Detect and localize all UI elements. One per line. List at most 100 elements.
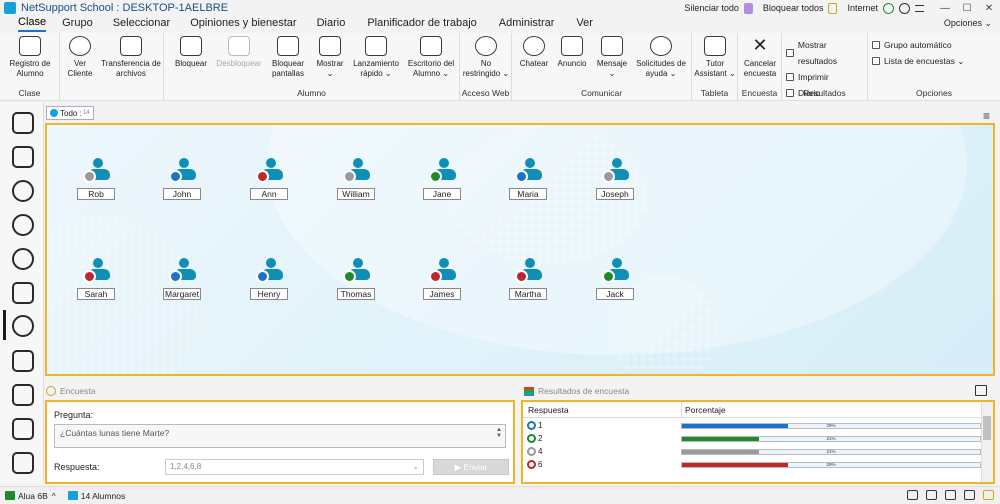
result-answer: 1 xyxy=(538,421,543,430)
quick-launch-button[interactable]: Lanzamiento rápido ⌄ xyxy=(352,36,400,79)
image-icon[interactable] xyxy=(12,452,34,474)
tab-diario[interactable]: Diario xyxy=(317,17,346,31)
result-row[interactable]: 2 21% xyxy=(523,433,981,446)
lock-icon xyxy=(180,36,202,56)
announcement-button[interactable]: Anuncio xyxy=(554,36,590,69)
clock-icon xyxy=(899,2,910,14)
microphone-icon[interactable] xyxy=(12,180,34,202)
group-tab-all[interactable]: Todo : 14 xyxy=(46,106,94,120)
tab-administrar[interactable]: Administrar xyxy=(499,17,555,31)
student-status-indicator xyxy=(256,270,269,283)
chevron-up-icon[interactable]: ^ xyxy=(52,491,56,501)
answer-value: 1,2,4,6,8 xyxy=(170,462,202,471)
student-name: Jack xyxy=(596,288,634,300)
result-row[interactable]: 4 21% xyxy=(523,446,981,459)
user-icon[interactable] xyxy=(907,490,918,500)
menu-icon[interactable] xyxy=(915,4,924,12)
question-text: ¿Cuántas lunas tiene Marte? xyxy=(60,428,170,438)
chevron-down-icon: ⌄ xyxy=(412,462,419,471)
student-status-indicator xyxy=(83,170,96,183)
options-menu[interactable]: Opciones ⌄ xyxy=(944,18,992,29)
student-name: John xyxy=(163,188,201,200)
answer-color-dot xyxy=(527,434,536,443)
survey-list-button[interactable]: Lista de encuestas ⌄ xyxy=(872,53,964,69)
question-label: Pregunta: xyxy=(54,410,94,420)
close-button[interactable]: ✕ xyxy=(978,3,1000,14)
file-transfer-button[interactable]: Transferencia de archivos xyxy=(100,36,162,79)
send-button[interactable]: ▶ Enviar xyxy=(433,459,509,475)
show-results-button[interactable]: Mostrar resultados xyxy=(786,37,867,69)
result-row[interactable]: 1 29% xyxy=(523,420,981,433)
student-register-button[interactable]: Registro de Alumno xyxy=(6,36,54,79)
chat-button[interactable]: Chatear xyxy=(516,36,552,69)
tab-grupo[interactable]: Grupo xyxy=(62,17,93,31)
send-label: Enviar xyxy=(463,462,488,472)
student-status-indicator xyxy=(343,170,356,183)
answer-column-header[interactable]: Respuesta xyxy=(528,405,569,415)
student-name: Joseph xyxy=(596,188,634,200)
lock-button[interactable]: Bloquear xyxy=(172,36,210,69)
print-button[interactable]: Imprimir xyxy=(786,69,867,85)
student-status-indicator xyxy=(169,170,182,183)
unrestricted-button[interactable]: No restringido ⌄ xyxy=(462,36,510,79)
ribbon: Registro de Alumno Clase Ver Cliente Tra… xyxy=(0,33,1000,101)
unlock-button[interactable]: Desbloquear xyxy=(214,36,264,69)
group-tableta: Tutor Assistant ⌄ Tableta xyxy=(692,33,738,101)
pie-chart-icon[interactable] xyxy=(12,315,34,337)
student-desktop-button[interactable]: Escritorio del Alumno ⌄ xyxy=(404,36,458,79)
home-icon[interactable] xyxy=(12,112,34,134)
maximize-button[interactable]: ☐ xyxy=(956,3,978,14)
tab-seleccionar[interactable]: Seleccionar xyxy=(113,17,170,31)
group-opciones: Grupo automático Lista de encuestas ⌄ Op… xyxy=(868,33,1000,101)
clock-icon xyxy=(46,386,56,396)
scroll-thumb[interactable] xyxy=(983,416,991,440)
checkbox-icon xyxy=(872,41,880,49)
question-input[interactable]: ¿Cuántas lunas tiene Marte? ▲ ▼ xyxy=(54,424,506,448)
lock-all-button[interactable]: Bloquear todos xyxy=(763,2,838,14)
tab-clase[interactable]: Clase xyxy=(18,16,47,32)
export-icon[interactable] xyxy=(975,385,987,396)
head-gear-icon[interactable] xyxy=(12,214,34,236)
show-button[interactable]: Mostrar ⌄ xyxy=(312,36,348,79)
minimize-button[interactable]: — xyxy=(934,3,956,14)
tab-opiniones[interactable]: Opiniones y bienestar xyxy=(190,17,296,31)
answer-select[interactable]: 1,2,4,6,8 ⌄ xyxy=(165,459,424,475)
text-icon[interactable] xyxy=(12,418,34,440)
lock-screens-button[interactable]: Bloquear pantallas xyxy=(268,36,308,79)
internet-status[interactable]: Internet xyxy=(847,2,924,14)
student-status-indicator xyxy=(429,270,442,283)
tab-ver[interactable]: Ver xyxy=(576,17,593,31)
result-row[interactable]: 6 29% xyxy=(523,459,981,472)
mute-all-button[interactable]: Silenciar todo xyxy=(684,2,753,14)
student-name: Margaret xyxy=(163,288,201,300)
browser-icon[interactable] xyxy=(12,282,34,304)
auto-group-checkbox[interactable]: Grupo automático xyxy=(872,37,964,53)
monitor-icon[interactable] xyxy=(945,490,956,500)
check-icon xyxy=(883,2,894,14)
result-percent-bar: 29% xyxy=(681,423,981,429)
hamburger-icon[interactable]: ≡ xyxy=(983,109,990,123)
globe-icon[interactable] xyxy=(12,248,34,270)
message-button[interactable]: Mensaje ⌄ xyxy=(594,36,630,79)
group-encuesta: ✕ Cancelar encuesta Encuesta xyxy=(738,33,782,101)
list-view-icon[interactable] xyxy=(964,490,975,500)
printer-icon[interactable] xyxy=(12,350,34,372)
results-scrollbar[interactable] xyxy=(981,402,993,482)
student-name: Martha xyxy=(509,288,547,300)
speaker-icon xyxy=(743,2,753,14)
menu-tabs: Clase Grupo Seleccionar Opiniones y bien… xyxy=(0,16,1000,32)
result-answer: 2 xyxy=(538,434,543,443)
help-requests-button[interactable]: Solicitudes de ayuda ⌄ xyxy=(632,36,690,79)
grid-view-icon[interactable] xyxy=(983,490,994,500)
tab-planificador[interactable]: Planificador de trabajo xyxy=(367,17,476,31)
question-scroll[interactable]: ▲ ▼ xyxy=(495,427,503,445)
view-client-button[interactable]: Ver Cliente xyxy=(64,36,96,79)
room-label: Alua 6B xyxy=(18,490,48,501)
screen-icon[interactable] xyxy=(12,146,34,168)
percent-column-header[interactable]: Porcentaje xyxy=(685,405,726,415)
cancel-survey-button[interactable]: ✕ Cancelar encuesta xyxy=(740,36,780,79)
clipboard-icon[interactable] xyxy=(12,384,34,406)
tutor-assistant-button[interactable]: Tutor Assistant ⌄ xyxy=(694,36,736,79)
file-transfer-label: Transferencia de archivos xyxy=(101,59,161,78)
user-outline-icon[interactable] xyxy=(926,490,937,500)
